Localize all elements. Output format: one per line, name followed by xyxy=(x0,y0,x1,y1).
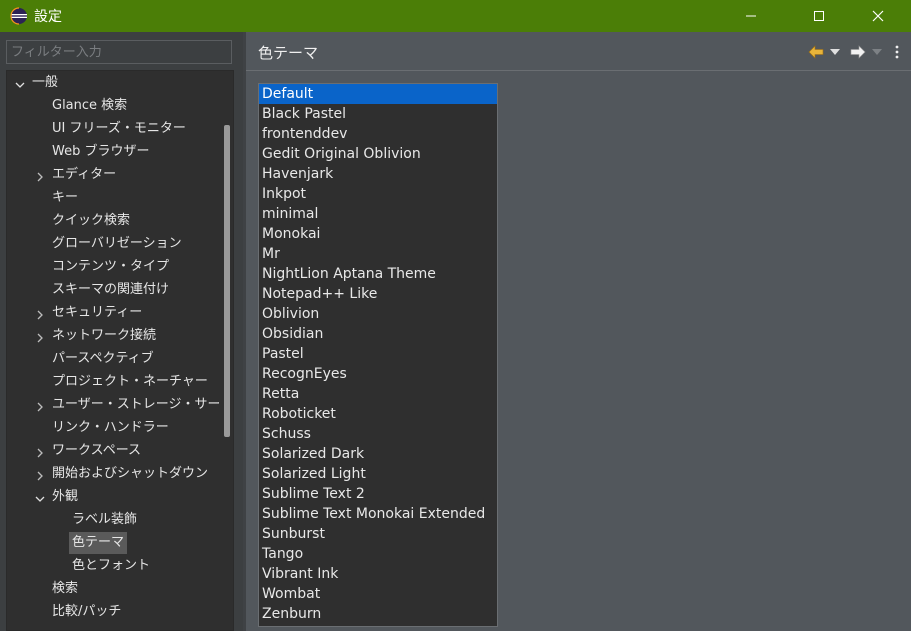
theme-list-item[interactable]: Havenjark xyxy=(259,164,497,184)
tree-item-label: リンク・ハンドラー xyxy=(52,420,169,435)
close-button[interactable] xyxy=(855,0,901,32)
tree-item-label: ネットワーク接続 xyxy=(52,328,157,343)
back-arrow-icon xyxy=(808,45,824,59)
theme-list-item[interactable]: Solarized Light xyxy=(259,464,497,484)
page-toolbar xyxy=(807,42,901,62)
tree-item-label: プロジェクト・ネーチャー xyxy=(52,374,208,389)
theme-list-item[interactable]: Sunburst xyxy=(259,524,497,544)
tree-item-label: Web ブラウザー xyxy=(52,144,150,159)
forward-dropdown-button[interactable] xyxy=(871,43,883,61)
theme-list-item[interactable]: minimal xyxy=(259,204,497,224)
chevron-down-icon[interactable] xyxy=(34,491,46,503)
tree-item-label: ユーザー・ストレージ・サービス xyxy=(52,397,234,412)
tree-item-label: 一般 xyxy=(32,75,59,90)
chevron-right-icon[interactable] xyxy=(34,330,46,343)
forward-arrow-icon xyxy=(850,45,866,59)
tree-item-label: パースペクティブ xyxy=(52,351,154,366)
back-dropdown-button[interactable] xyxy=(829,43,841,61)
title-bar: 設定 xyxy=(0,0,911,32)
theme-list-item[interactable]: Obsidian xyxy=(259,324,497,344)
theme-list-item[interactable]: RecognEyes xyxy=(259,364,497,384)
theme-list-item[interactable]: Sublime Text Monokai Extended xyxy=(259,504,497,524)
chevron-down-icon[interactable] xyxy=(14,77,26,89)
theme-list-item[interactable]: Mr xyxy=(259,244,497,264)
theme-list-item[interactable]: Pastel xyxy=(259,344,497,364)
chevron-right-icon[interactable] xyxy=(34,468,46,481)
close-icon xyxy=(872,10,884,22)
tree-item-label: 比較/パッチ xyxy=(52,604,122,619)
theme-list-item[interactable]: NightLion Aptana Theme xyxy=(259,264,497,284)
theme-list-item[interactable]: Inkpot xyxy=(259,184,497,204)
theme-list-item[interactable]: Monokai xyxy=(259,224,497,244)
tree-item-label: ラベル装飾 xyxy=(72,512,138,527)
preferences-tree: 比較/パッチ 検索 色とフォント 色テーマ ラベル装飾 外観 開始およびシャットダウン ワーク… xyxy=(6,70,234,631)
preference-page: 色テーマ Default Black Pastel frontenddev Gedit… xyxy=(246,32,911,631)
maximize-icon xyxy=(814,11,824,21)
tree-item-label: セキュリティー xyxy=(52,305,143,320)
dropdown-triangle-icon xyxy=(830,49,840,55)
page-title: 色テーマ xyxy=(258,44,319,62)
theme-list-item[interactable]: Schuss xyxy=(259,424,497,444)
theme-list-item[interactable]: Notepad++ Like xyxy=(259,284,497,304)
tree-item-label: スキーマの関連付け xyxy=(52,282,170,297)
tree-item-label: 開始およびシャットダウン xyxy=(52,466,209,481)
maximize-button[interactable] xyxy=(796,0,842,32)
theme-list-item[interactable]: Zenburn xyxy=(259,604,497,624)
forward-button[interactable] xyxy=(849,43,867,61)
preferences-nav-panel: 比較/パッチ検索 色とフォント 色テーマ ラベル装飾 外観 開始およびシャットダウンワーク… xyxy=(0,32,243,631)
chevron-right-icon[interactable] xyxy=(34,399,46,412)
theme-list-item[interactable]: Gedit Original Oblivion xyxy=(259,144,497,164)
theme-list-item[interactable]: Default xyxy=(259,84,497,104)
theme-list-item[interactable]: Oblivion xyxy=(259,304,497,324)
tree-item-label: コンテンツ・タイプ xyxy=(52,259,170,274)
chevron-right-icon[interactable] xyxy=(34,445,46,458)
chevron-right-icon[interactable] xyxy=(34,307,46,320)
minimize-icon xyxy=(746,15,756,17)
tree-item-label: クイック検索 xyxy=(52,213,131,228)
theme-list-item[interactable]: Retta xyxy=(259,384,497,404)
view-menu-icon xyxy=(895,45,899,59)
theme-list-item[interactable]: frontenddev xyxy=(259,124,497,144)
window-title: 設定 xyxy=(34,9,62,25)
tree-item-label: ワークスペース xyxy=(52,443,142,458)
tree-scrollbar[interactable] xyxy=(219,71,233,630)
theme-list-item[interactable]: Sublime Text 2 xyxy=(259,484,497,504)
view-menu-button[interactable] xyxy=(893,43,901,61)
tree-item-label: 検索 xyxy=(52,581,79,596)
theme-list-item[interactable]: Black Pastel xyxy=(259,104,497,124)
filter-input[interactable] xyxy=(6,40,232,64)
tree-item-label: UI フリーズ・モニター xyxy=(52,121,186,136)
minimize-button[interactable] xyxy=(728,0,774,32)
theme-list-item[interactable]: Roboticket xyxy=(259,404,497,424)
tree-item-label: 色テーマ xyxy=(69,532,128,554)
color-theme-list[interactable]: Default Black Pastel frontenddev Gedit Orig… xyxy=(258,83,498,627)
tree-item-label: グローバリゼーション xyxy=(52,236,182,251)
tree-item-label: Glance 検索 xyxy=(52,98,128,113)
tree-item-label: エディター xyxy=(52,167,117,182)
chevron-right-icon[interactable] xyxy=(34,169,46,182)
theme-list-item[interactable]: Vibrant Ink xyxy=(259,564,497,584)
dropdown-triangle-icon xyxy=(872,49,882,55)
tree-item-label: 色とフォント xyxy=(72,558,151,573)
theme-list-item[interactable]: Wombat xyxy=(259,584,497,604)
theme-list-item[interactable]: Tango xyxy=(259,544,497,564)
tree-item-label: キー xyxy=(52,190,79,205)
eclipse-icon xyxy=(10,7,28,25)
tree-scrollbar-thumb[interactable] xyxy=(224,125,230,437)
title-separator xyxy=(246,70,911,71)
theme-list-item[interactable]: Solarized Dark xyxy=(259,444,497,464)
back-button[interactable] xyxy=(807,43,825,61)
tree-item-label: 外観 xyxy=(52,489,79,504)
